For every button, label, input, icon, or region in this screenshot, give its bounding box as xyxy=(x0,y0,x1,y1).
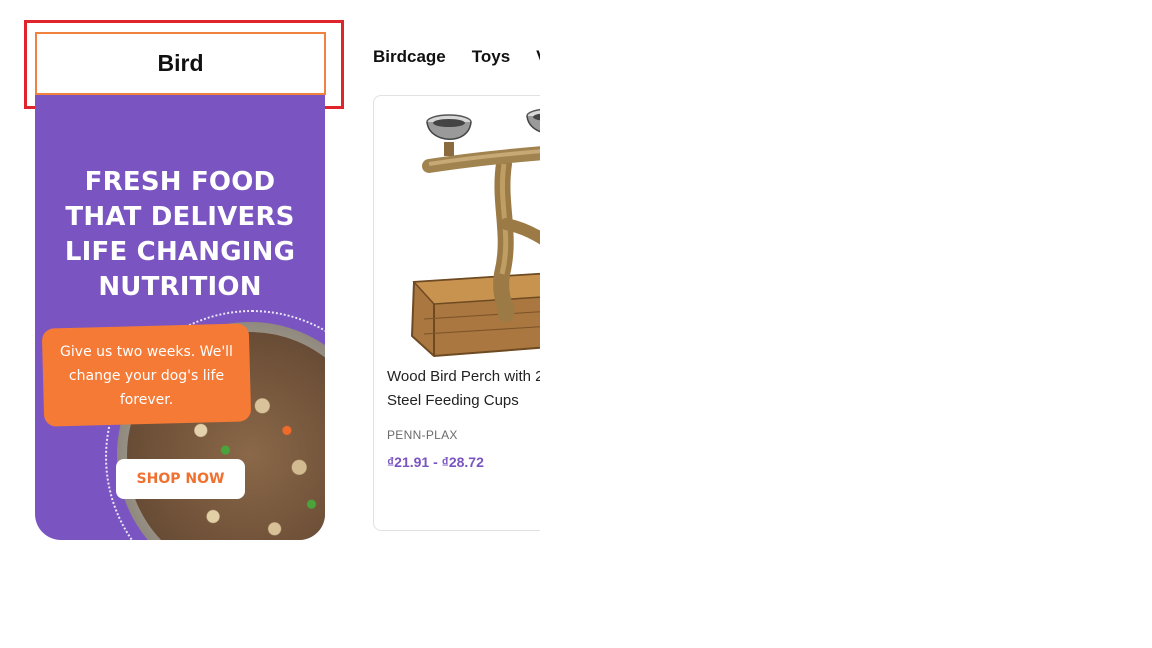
promo-headline-line: LIFE CHANGING xyxy=(64,237,296,267)
product-card-frame: Wood Bird Perch with 2 Steel Feeding Cup… xyxy=(373,95,540,531)
promo-headline: FRESH FOOD THAT DELIVERS LIFE CHANGING N… xyxy=(35,165,325,305)
promo-tag-line: change your dog's life xyxy=(68,368,225,384)
promo-tag-line: forever. xyxy=(119,392,174,408)
promo-headline-line: THAT DELIVERS xyxy=(65,202,295,232)
product-title-line: Steel Feeding Cups xyxy=(387,392,519,409)
product-price: ₫21.91 - ₫28.72 xyxy=(387,454,484,470)
promo-headline-line: FRESH FOOD xyxy=(84,167,276,197)
product-card[interactable]: Wood Bird Perch with 2 Steel Feeding Cup… xyxy=(373,95,540,531)
shop-now-button[interactable]: SHOP NOW xyxy=(116,459,245,499)
promo-headline-line: NUTRITION xyxy=(98,272,262,302)
subcategory-tabs: Birdcage Toys V xyxy=(373,44,540,72)
promo-tag-line: Give us two weeks. We'll xyxy=(60,344,233,360)
category-title: Bird xyxy=(157,50,204,76)
category-header[interactable]: Bird xyxy=(35,32,326,95)
product-title-line: Wood Bird Perch with 2 xyxy=(387,368,540,385)
page: Bird FRESH FOOD THAT DELIVERS LIFE CHANG… xyxy=(0,0,1152,648)
product-brand: PENN-PLAX xyxy=(387,428,458,442)
bird-perch-icon[interactable] xyxy=(394,104,540,359)
tab-toys[interactable]: Toys xyxy=(472,44,510,70)
tab-truncated[interactable]: V xyxy=(536,44,540,70)
product-title[interactable]: Wood Bird Perch with 2 Steel Feeding Cup… xyxy=(387,365,540,413)
promo-tag-text: Give us two weeks. We'll change your dog… xyxy=(43,340,250,412)
tab-birdcage[interactable]: Birdcage xyxy=(373,44,446,70)
promo-banner[interactable]: FRESH FOOD THAT DELIVERS LIFE CHANGING N… xyxy=(35,95,325,540)
